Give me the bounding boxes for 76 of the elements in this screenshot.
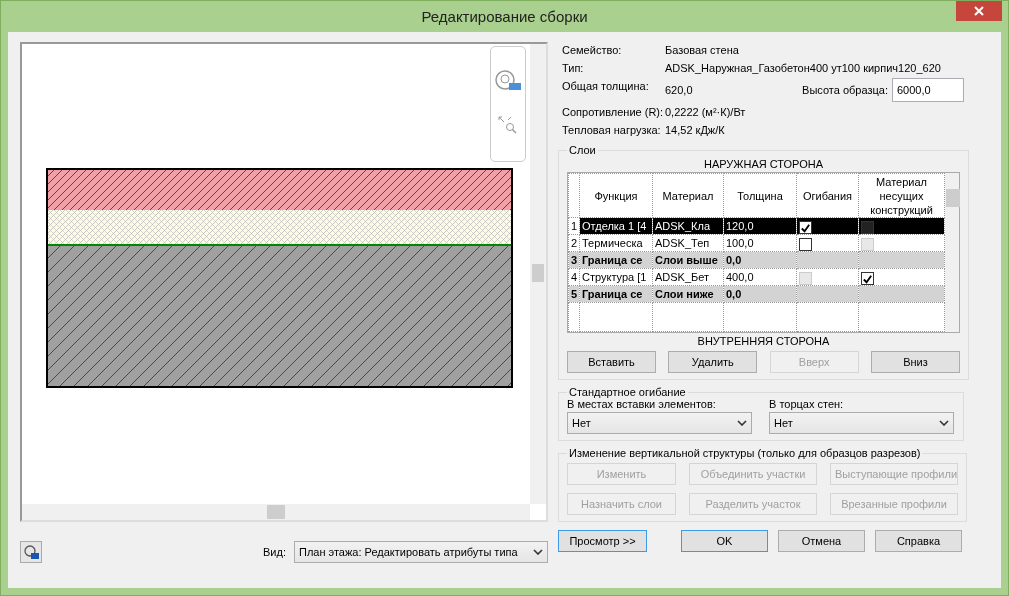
field-label: В местах вставки элементов: <box>567 398 717 410</box>
table-cell: ADSK_Кла <box>652 217 724 235</box>
property-label: Тепловая нагрузка: <box>562 123 662 138</box>
row-number: 5 <box>568 285 580 303</box>
layer-action-button[interactable]: Вниз <box>871 351 960 373</box>
table-cell: 100,0 <box>723 234 797 252</box>
table-cell: 0,0 <box>723 251 797 269</box>
property-value: ADSK_Наружная_Газобетон400 ут100 кирпич120_620 <box>665 61 942 76</box>
field-label: В торцах стен: <box>769 398 845 410</box>
preview-button[interactable]: Просмотр >> <box>558 530 647 552</box>
column-header: Огибания <box>796 173 859 218</box>
property-label: Сопротивление (R): <box>562 105 665 120</box>
table-cell: Термическа <box>579 234 653 252</box>
chevron-icon <box>533 549 543 555</box>
property-label: Общая толщина: <box>562 79 650 94</box>
layer-row[interactable]: 3 Граница се Слои выше 0,0 <box>568 251 945 269</box>
column-header: Толщина <box>723 173 797 218</box>
zoom-2d-icon[interactable] <box>495 70 521 90</box>
row-number: 4 <box>568 268 580 286</box>
property-value: 620,0 <box>665 83 693 98</box>
view-label: Вид: <box>263 546 286 558</box>
table-cell: Граница се <box>579 251 653 269</box>
group-title: Изменение вертикальной структуры (только для образцов разрезов) <box>568 447 922 459</box>
dialog-button[interactable]: Отмена <box>778 530 865 552</box>
property-label: Тип: <box>562 61 585 76</box>
layer-row[interactable]: 4 Структура [1 ADSK_Бет 400,0 <box>568 268 945 286</box>
row-number: 2 <box>568 234 580 252</box>
property-value: 0,2222 (м²·К)/Вт <box>665 105 747 120</box>
sample-height-field[interactable]: 6000,0 <box>892 78 964 102</box>
zoom-icon[interactable] <box>498 116 517 134</box>
close-icon <box>974 6 984 16</box>
exterior-side-caption: НАРУЖНАЯ СТОРОНА <box>702 157 825 172</box>
wrapping-dropdown[interactable]: Нет <box>769 412 954 434</box>
wrapping-dropdown[interactable]: Нет <box>567 412 752 434</box>
sample-height-label: Высота образца: <box>802 83 888 98</box>
view-dropdown[interactable]: План этажа: Редактировать атрибуты типа <box>294 541 548 563</box>
row-number: 1 <box>568 217 580 235</box>
view-2d-icon <box>23 544 39 560</box>
layer-action-button[interactable]: Вставить <box>567 351 656 373</box>
property-value: Базовая стена <box>665 43 740 58</box>
dialog-button[interactable]: OK <box>681 530 768 552</box>
table-cell: Слои выше <box>652 251 724 269</box>
layer-row[interactable]: 1 Отделка 1 [4 ADSK_Кла 120,0 <box>568 217 945 235</box>
dialog-button[interactable]: Справка <box>875 530 962 552</box>
checkbox[interactable] <box>861 271 874 285</box>
property-label: Семейство: <box>562 43 623 58</box>
vertical-scrollbar[interactable] <box>530 44 546 504</box>
horizontal-scrollbar[interactable] <box>22 504 530 520</box>
table-cell: 400,0 <box>723 268 797 286</box>
view-2d-button[interactable] <box>20 541 42 563</box>
group-title: Стандартное огибание <box>568 386 687 398</box>
row-number: 3 <box>568 251 580 269</box>
layer-row[interactable]: 2 Термическа ADSK_Теп 100,0 <box>568 234 945 252</box>
table-cell: ADSK_Теп <box>652 234 724 252</box>
table-cell: Отделка 1 [4 <box>579 217 653 235</box>
interior-side-caption: ВНУТРЕННЯЯ СТОРОНА <box>696 334 831 349</box>
table-cell: Структура [1 <box>579 268 653 286</box>
column-header: Материал несущих конструкций <box>858 173 945 218</box>
window-title: Редактирование сборки <box>421 8 588 25</box>
table-cell: 0,0 <box>723 285 797 303</box>
close-button[interactable] <box>956 1 1002 21</box>
property-value: 14,52 кДж/К <box>665 123 726 138</box>
column-header: Материал <box>652 173 724 218</box>
checkbox[interactable] <box>799 220 812 234</box>
chevron-icon <box>737 420 747 426</box>
navigation-bar[interactable] <box>490 46 526 162</box>
layer-action-button[interactable]: Удалить <box>668 351 758 373</box>
column-header: Функция <box>579 173 653 218</box>
layer-row[interactable]: 5 Граница се Слои ниже 0,0 <box>568 285 945 303</box>
group-title: Слои <box>568 144 597 156</box>
chevron-icon <box>939 420 949 426</box>
table-cell: Слои ниже <box>652 285 724 303</box>
checkbox[interactable] <box>799 237 812 251</box>
table-cell: Граница се <box>579 285 653 303</box>
table-cell: ADSK_Бет <box>652 268 724 286</box>
table-cell: 120,0 <box>723 217 797 235</box>
